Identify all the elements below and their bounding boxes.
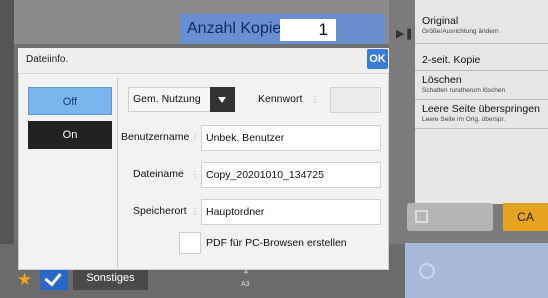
chevron-down-icon[interactable] <box>210 87 235 112</box>
play-arrow-icon[interactable]: ▶❚ <box>396 27 414 40</box>
filename-field[interactable]: Copy_20201010_134725 <box>201 162 381 188</box>
star-icon[interactable]: ★ <box>17 270 32 290</box>
menu-item-sublabel: Leere Seite im Orig. überspr. <box>422 116 506 123</box>
on-button[interactable]: On <box>28 121 112 149</box>
menu-item-duplex[interactable]: 2-seit. Kopie <box>422 54 546 66</box>
preview-icon <box>415 210 428 223</box>
sharing-select[interactable]: Gem. Nutzung <box>128 87 211 112</box>
divider <box>415 128 548 129</box>
start-button[interactable] <box>405 243 548 298</box>
password-field[interactable] <box>330 87 381 113</box>
field-separator: ⋮ <box>191 170 199 179</box>
menu-item-label: 2-seit. Kopie <box>422 54 481 66</box>
username-label: Benutzername <box>121 131 190 143</box>
paper-size-label: A3 <box>241 281 250 288</box>
dialog-header <box>18 48 389 74</box>
divider <box>415 99 548 100</box>
menu-item-label: Leere Seite überspringen <box>422 103 540 115</box>
menu-item-erase[interactable]: Löschen Schatten rundherum löschen <box>422 74 546 94</box>
filename-label: Dateiname <box>133 168 184 180</box>
clear-all-button[interactable]: CA <box>503 203 548 231</box>
copies-count-field[interactable]: 1 <box>280 19 336 41</box>
pc-browse-label: PDF für PC-Browsen erstellen <box>206 237 347 249</box>
divider <box>415 70 548 71</box>
field-separator: ⋮ <box>311 95 319 104</box>
menu-item-original[interactable]: Original Größe/Ausrichtung ändern <box>422 15 546 35</box>
menu-item-label: Löschen <box>422 74 462 86</box>
preview-button[interactable] <box>407 203 493 231</box>
field-separator: ⋮ <box>191 133 199 142</box>
password-label: Kennwort <box>258 93 303 105</box>
off-button[interactable]: Off <box>28 87 112 115</box>
location-field[interactable]: Hauptordner <box>201 199 381 225</box>
ok-button[interactable]: OK <box>367 49 388 69</box>
location-label: Speicherort <box>133 205 187 217</box>
copies-label: Anzahl Kopien <box>187 20 291 37</box>
divider <box>117 78 118 268</box>
field-separator: ⋮ <box>191 207 199 216</box>
menu-item-sublabel: Größe/Ausrichtung ändern <box>422 28 499 35</box>
dialog-title: Dateiinfo. <box>26 54 69 65</box>
divider <box>415 43 548 44</box>
menu-item-sublabel: Schatten rundherum löschen <box>422 87 506 94</box>
menu-item-skip-blank[interactable]: Leere Seite überspringen Leere Seite im … <box>422 103 546 123</box>
menu-item-label: Original <box>422 15 459 27</box>
tray-number: 4 <box>244 269 248 276</box>
start-icon <box>419 263 435 279</box>
username-field[interactable]: Unbek. Benutzer <box>201 125 381 151</box>
pc-browse-checkbox[interactable] <box>179 232 201 254</box>
